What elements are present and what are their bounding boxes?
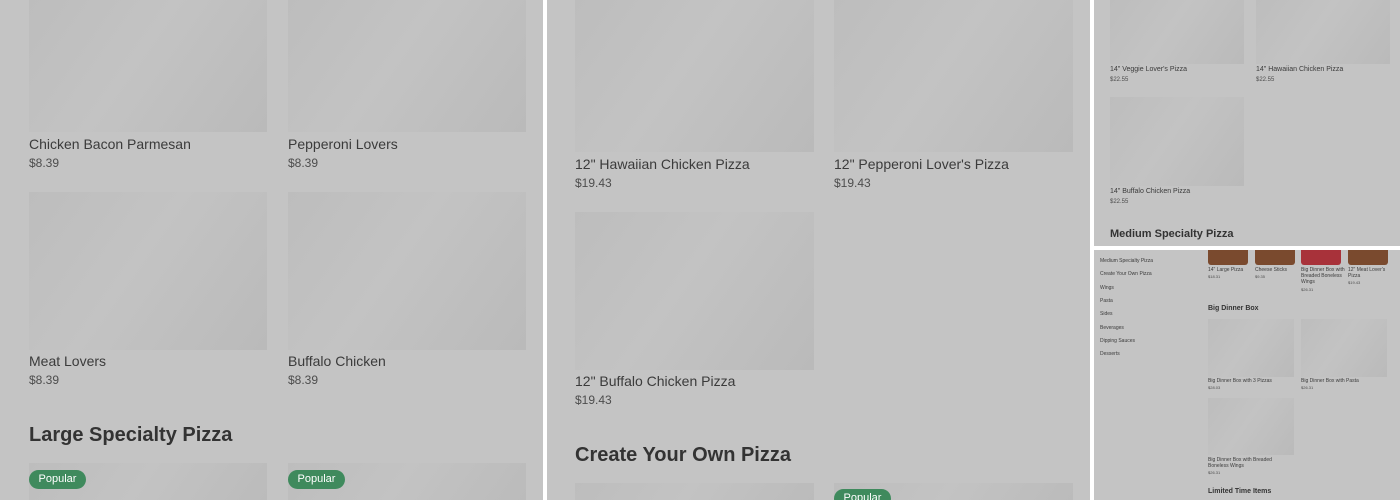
menu-item-price: $26.31 bbox=[1301, 385, 1314, 390]
section-heading: Big Dinner Box bbox=[1208, 305, 1259, 312]
menu-item-image[interactable] bbox=[1301, 250, 1341, 265]
menu-item-price: $22.55 bbox=[1110, 77, 1129, 83]
section-heading: Limited Time Items bbox=[1208, 488, 1272, 495]
menu-item-price: $9.35 bbox=[1255, 274, 1266, 279]
menu-panel-4: Medium Specialty Pizza Create Your Own P… bbox=[1094, 250, 1400, 500]
menu-item-name[interactable]: Buffalo Chicken bbox=[288, 353, 386, 369]
menu-item-name[interactable]: 14" Veggie Lover's Pizza bbox=[1110, 66, 1187, 73]
menu-item-name[interactable]: 12" Meat Lover's Pizza bbox=[1348, 267, 1392, 279]
menu-item-image[interactable] bbox=[1255, 250, 1295, 265]
popular-badge: Popular bbox=[834, 489, 891, 500]
menu-item-name[interactable]: 12" Buffalo Chicken Pizza bbox=[575, 373, 735, 389]
section-heading: Create Your Own Pizza bbox=[575, 444, 791, 466]
sidebar-item-desserts[interactable]: Desserts bbox=[1100, 351, 1120, 357]
menu-item-price: $26.31 bbox=[1301, 287, 1314, 292]
menu-item-image[interactable] bbox=[1208, 319, 1294, 377]
popular-badge: Popular bbox=[29, 470, 86, 489]
menu-item-name[interactable]: Meat Lovers bbox=[29, 353, 106, 369]
menu-item-image[interactable] bbox=[1301, 319, 1387, 377]
section-heading: Large Specialty Pizza bbox=[29, 424, 233, 446]
menu-item-image[interactable] bbox=[1208, 398, 1294, 455]
menu-item-name[interactable]: 14" Hawaiian Chicken Pizza bbox=[1256, 66, 1343, 73]
menu-item-price: $8.39 bbox=[29, 156, 60, 170]
popular-badge: Popular bbox=[288, 470, 345, 489]
menu-item-image[interactable] bbox=[1110, 97, 1244, 186]
menu-item-image[interactable] bbox=[575, 212, 814, 370]
menu-item-image[interactable] bbox=[575, 483, 814, 500]
menu-item-image[interactable] bbox=[1110, 0, 1244, 64]
menu-item-image[interactable] bbox=[288, 0, 526, 132]
menu-item-name[interactable]: Cheese Sticks bbox=[1255, 267, 1287, 273]
menu-item-name[interactable]: 12" Pepperoni Lover's Pizza bbox=[834, 156, 1009, 172]
menu-item-image[interactable] bbox=[575, 0, 814, 152]
menu-item-image[interactable] bbox=[288, 192, 526, 350]
menu-item-price: $8.39 bbox=[288, 373, 319, 387]
menu-item-price: $19.43 bbox=[575, 176, 612, 190]
sidebar-item-wings[interactable]: Wings bbox=[1100, 285, 1114, 291]
menu-item-image[interactable] bbox=[1208, 250, 1248, 265]
sidebar-item-sides[interactable]: Sides bbox=[1100, 311, 1113, 317]
sidebar-item-create-your-own-pizza[interactable]: Create Your Own Pizza bbox=[1100, 271, 1152, 277]
menu-item-price: $26.31 bbox=[1208, 470, 1221, 475]
menu-item-name[interactable]: 14" Buffalo Chicken Pizza bbox=[1110, 188, 1190, 195]
menu-item-price: $19.43 bbox=[834, 176, 871, 190]
menu-item-price: $8.39 bbox=[288, 156, 319, 170]
menu-item-name[interactable]: Big Dinner Box with Breaded Boneless Win… bbox=[1301, 267, 1345, 285]
sidebar-item-dipping-sauces[interactable]: Dipping Sauces bbox=[1100, 338, 1135, 344]
menu-item-name[interactable]: Pepperoni Lovers bbox=[288, 136, 398, 152]
menu-item-image[interactable] bbox=[1256, 0, 1390, 64]
menu-item-name[interactable]: Big Dinner Box with 3 Pizzas bbox=[1208, 378, 1272, 384]
menu-panel-2: 12" Hawaiian Chicken Pizza $19.43 12" Pe… bbox=[547, 0, 1090, 500]
sidebar-item-pasta[interactable]: Pasta bbox=[1100, 298, 1113, 304]
menu-item-name[interactable]: 12" Hawaiian Chicken Pizza bbox=[575, 156, 750, 172]
menu-item-image[interactable] bbox=[29, 0, 267, 132]
menu-item-image[interactable] bbox=[1348, 250, 1388, 265]
menu-item-price: $22.55 bbox=[1110, 199, 1129, 205]
menu-item-price: $19.43 bbox=[575, 393, 612, 407]
menu-panel-3: 14" Veggie Lover's Pizza $22.55 14" Hawa… bbox=[1094, 0, 1400, 246]
section-heading: Medium Specialty Pizza bbox=[1110, 228, 1234, 240]
menu-item-price: $22.55 bbox=[1256, 77, 1275, 83]
menu-panel-1: Chicken Bacon Parmesan $8.39 Pepperoni L… bbox=[0, 0, 543, 500]
menu-item-image[interactable] bbox=[834, 0, 1073, 152]
sidebar-item-beverages[interactable]: Beverages bbox=[1100, 325, 1124, 331]
sidebar-item-medium-specialty-pizza[interactable]: Medium Specialty Pizza bbox=[1100, 258, 1153, 264]
menu-item-name[interactable]: Big Dinner Box with Breaded Boneless Win… bbox=[1208, 457, 1278, 469]
menu-item-name[interactable]: 14" Large Pizza bbox=[1208, 267, 1243, 273]
menu-item-price: $8.39 bbox=[29, 373, 60, 387]
menu-item-name[interactable]: Big Dinner Box with Pasta bbox=[1301, 378, 1359, 384]
menu-item-price: $28.03 bbox=[1208, 385, 1221, 390]
menu-item-name[interactable]: Chicken Bacon Parmesan bbox=[29, 136, 191, 152]
menu-item-image[interactable] bbox=[29, 192, 267, 350]
menu-item-price: $18.31 bbox=[1208, 274, 1221, 279]
menu-item-price: $19.43 bbox=[1348, 280, 1361, 285]
